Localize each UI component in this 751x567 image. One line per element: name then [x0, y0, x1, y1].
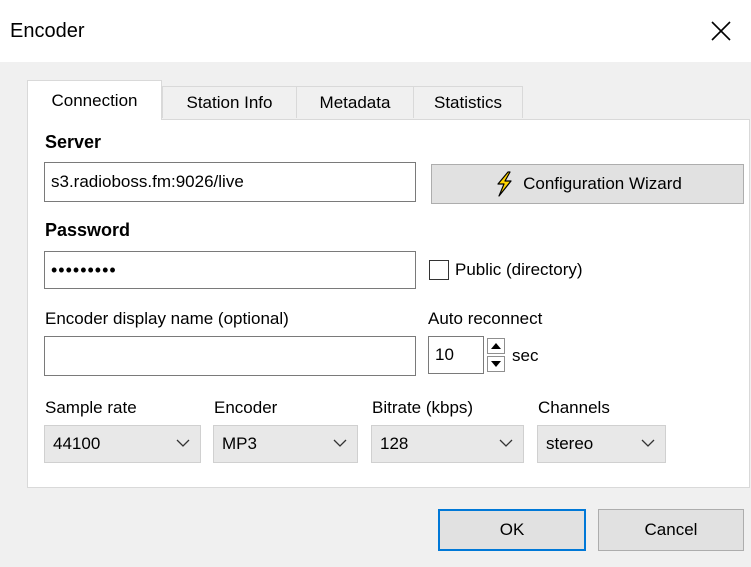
- ok-button-label: OK: [499, 520, 525, 539]
- public-checkbox[interactable]: [429, 260, 449, 280]
- close-button[interactable]: [691, 0, 751, 62]
- tab-statistics-label: Statistics: [433, 92, 503, 112]
- cancel-button[interactable]: Cancel: [598, 509, 744, 551]
- window-title: Encoder: [10, 20, 85, 42]
- channels-label: Channels: [538, 398, 610, 417]
- ok-button[interactable]: OK: [438, 509, 586, 551]
- reconnect-unit-label: sec: [512, 346, 539, 365]
- tab-statistics[interactable]: Statistics: [413, 86, 523, 118]
- lightning-icon: [497, 171, 512, 197]
- chevron-down-icon: [333, 439, 347, 447]
- bitrate-select[interactable]: 128: [371, 425, 524, 463]
- bitrate-value: 128: [380, 434, 409, 453]
- encoder-select[interactable]: MP3: [213, 425, 358, 463]
- tab-metadata[interactable]: Metadata: [296, 86, 414, 118]
- encoder-value: MP3: [222, 434, 257, 453]
- close-icon: [711, 21, 731, 41]
- bitrate-label: Bitrate (kbps): [372, 398, 474, 417]
- arrow-down-icon: [491, 361, 501, 367]
- server-label: Server: [45, 132, 102, 152]
- password-input-value: •••••••••: [51, 259, 117, 280]
- public-label: Public (directory): [455, 260, 583, 279]
- auto-reconnect-value: 10: [435, 345, 454, 364]
- configuration-wizard-label: Configuration Wizard: [523, 174, 682, 193]
- configuration-wizard-button[interactable]: Configuration Wizard: [431, 164, 744, 204]
- chevron-down-icon: [641, 439, 655, 447]
- password-input[interactable]: •••••••••: [44, 251, 416, 289]
- arrow-up-icon: [491, 343, 501, 349]
- sample-rate-value: 44100: [53, 434, 101, 453]
- title-bar: Encoder: [0, 0, 751, 62]
- encoder-label: Encoder: [214, 398, 278, 417]
- channels-value: stereo: [546, 434, 594, 453]
- cancel-button-label: Cancel: [644, 520, 698, 539]
- server-input[interactable]: s3.radioboss.fm:9026/live: [44, 162, 416, 202]
- sample-rate-label: Sample rate: [45, 398, 137, 417]
- sample-rate-select[interactable]: 44100: [44, 425, 201, 463]
- display-name-input[interactable]: [44, 336, 416, 376]
- display-name-label: Encoder display name (optional): [45, 309, 289, 328]
- spin-down-button[interactable]: [487, 356, 505, 372]
- connection-panel: Server s3.radioboss.fm:9026/live Configu…: [27, 119, 750, 488]
- server-input-value: s3.radioboss.fm:9026/live: [51, 172, 244, 191]
- auto-reconnect-label: Auto reconnect: [428, 309, 543, 328]
- auto-reconnect-input[interactable]: 10: [428, 336, 484, 374]
- tab-connection-label: Connection: [51, 90, 138, 110]
- tab-station-info[interactable]: Station Info: [162, 86, 297, 118]
- channels-select[interactable]: stereo: [537, 425, 666, 463]
- chevron-down-icon: [176, 439, 190, 447]
- tab-connection[interactable]: Connection: [27, 80, 162, 120]
- password-label: Password: [45, 220, 131, 240]
- chevron-down-icon: [499, 439, 513, 447]
- tab-metadata-label: Metadata: [319, 92, 391, 112]
- spin-up-button[interactable]: [487, 338, 505, 354]
- tab-station-info-label: Station Info: [186, 92, 273, 112]
